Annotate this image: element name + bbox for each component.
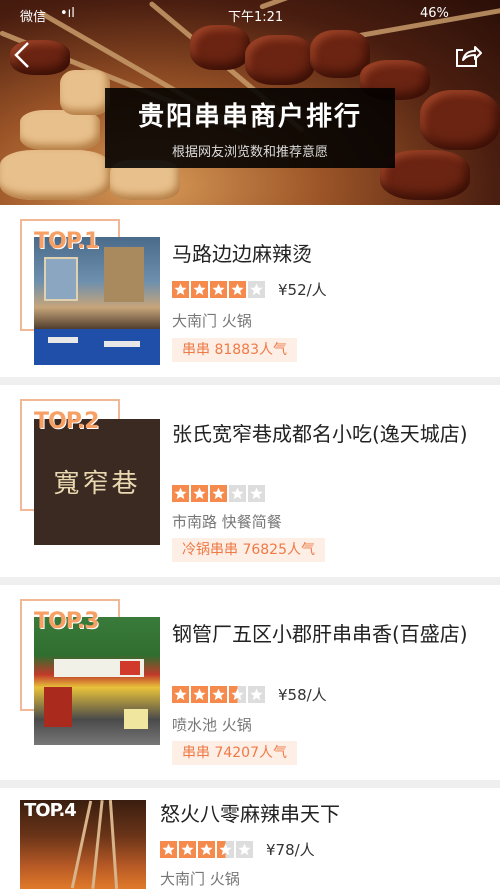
shop-sign-text: 寬窄巷	[53, 469, 141, 499]
star-icon	[210, 281, 227, 298]
signal-icon: •ıl	[60, 6, 75, 21]
list-item[interactable]: TOP.4 怒火八零麻辣串天下 ¥78/人 大南门 火锅	[0, 788, 500, 889]
battery-level: 46%	[420, 6, 449, 21]
list-item[interactable]: 寬窄巷 TOP.2 张氏宽窄巷成都名小吃(逸天城店) 市南路 快餐简餐 冷锅串串…	[0, 385, 500, 577]
avg-price: ¥78/人	[266, 841, 315, 859]
back-button[interactable]	[12, 40, 32, 70]
clock: 下午1:21	[228, 10, 284, 25]
popularity-tag: 串串 74207人气	[172, 741, 297, 765]
status-bar: 微信 •ıl 下午1:21 46%	[0, 0, 500, 28]
shop-name[interactable]: 张氏宽窄巷成都名小吃(逸天城店)	[172, 418, 487, 450]
list-item[interactable]: TOP.1 马路边边麻辣烫 ¥52/人 大南门 火锅 串串 81883人气	[0, 205, 500, 377]
star-icon	[248, 686, 265, 703]
share-icon	[456, 46, 482, 67]
star-icon	[172, 686, 189, 703]
star-icon	[229, 485, 246, 502]
star-icon	[191, 485, 208, 502]
star-icon	[248, 485, 265, 502]
star-icon	[179, 841, 196, 858]
carrier-label: 微信	[20, 10, 47, 25]
rank-label: TOP.3	[34, 609, 99, 634]
star-icon	[210, 686, 227, 703]
page-title: 贵阳串串商户排行	[137, 102, 362, 132]
star-icon	[236, 841, 253, 858]
star-icon	[160, 841, 177, 858]
share-button[interactable]	[454, 44, 482, 70]
star-icon	[210, 485, 227, 502]
shop-photo	[34, 237, 160, 365]
star-icon	[172, 485, 189, 502]
popularity-tag: 串串 81883人气	[172, 338, 297, 362]
star-icon	[248, 281, 265, 298]
shop-location: 大南门 火锅	[160, 870, 240, 888]
ranking-title-box: 贵阳串串商户排行 根据网友浏览数和推荐意愿	[105, 88, 395, 168]
shop-location: 市南路 快餐简餐	[172, 513, 282, 531]
star-icon	[172, 281, 189, 298]
shop-photo	[34, 617, 160, 745]
shop-location: 喷水池 火锅	[172, 716, 252, 734]
shop-name[interactable]: 钢管厂五区小郡肝串串香(百盛店)	[172, 618, 487, 650]
star-icon	[191, 686, 208, 703]
star-icon	[198, 841, 215, 858]
shop-name[interactable]: 怒火八零麻辣串天下	[160, 798, 475, 830]
rank-label: TOP.4	[24, 800, 77, 821]
star-icon	[191, 281, 208, 298]
rank-label: TOP.1	[34, 229, 99, 254]
chevron-left-icon	[14, 42, 29, 68]
star-icon	[229, 686, 246, 703]
page-subtitle: 根据网友浏览数和推荐意愿	[171, 145, 328, 160]
avg-price: ¥52/人	[278, 281, 327, 299]
shop-name[interactable]: 马路边边麻辣烫	[172, 238, 487, 270]
star-icon	[229, 281, 246, 298]
popularity-tag: 冷锅串串 76825人气	[172, 538, 325, 562]
rank-label: TOP.2	[34, 409, 99, 434]
star-icon	[217, 841, 234, 858]
shop-location: 大南门 火锅	[172, 312, 252, 330]
list-item[interactable]: TOP.3 钢管厂五区小郡肝串串香(百盛店) ¥58/人 喷水池 火锅 串串 7…	[0, 585, 500, 780]
shop-photo: 寬窄巷	[34, 419, 160, 545]
avg-price: ¥58/人	[278, 686, 327, 704]
